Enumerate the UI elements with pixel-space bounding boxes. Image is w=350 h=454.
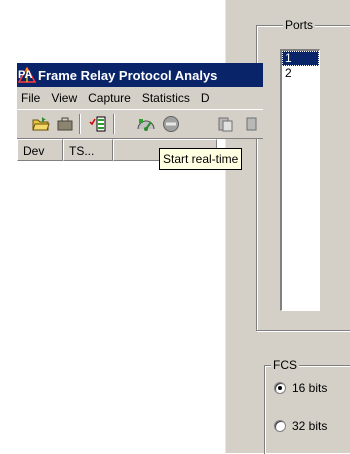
briefcase-button[interactable] bbox=[54, 113, 76, 135]
checklist-button[interactable] bbox=[87, 113, 109, 135]
menu-file[interactable]: File bbox=[17, 91, 47, 105]
copy-icon bbox=[246, 117, 257, 131]
paste-icon bbox=[218, 117, 233, 132]
start-realtime-button[interactable] bbox=[135, 113, 157, 135]
toolbar-separator bbox=[113, 114, 115, 134]
menu-capture[interactable]: Capture bbox=[84, 91, 138, 105]
toolbar bbox=[17, 109, 263, 139]
fcs-group-title: FCS bbox=[271, 358, 299, 372]
open-folder-icon bbox=[32, 117, 50, 131]
fcs-32bits-radio[interactable]: 32 bits bbox=[274, 419, 327, 433]
app-logo-icon: PA bbox=[18, 66, 36, 84]
menu-d[interactable]: D bbox=[197, 91, 217, 105]
title-bar[interactable]: PA Frame Relay Protocol Analys bbox=[17, 63, 263, 87]
ports-list-item-1[interactable]: 1 bbox=[282, 51, 319, 66]
window-title: Frame Relay Protocol Analys bbox=[38, 67, 218, 83]
start-realtime-icon bbox=[137, 119, 155, 131]
fcs-16bits-label: 16 bits bbox=[292, 381, 328, 395]
ports-group-title: Ports bbox=[283, 18, 316, 32]
checklist-icon bbox=[89, 116, 106, 132]
column-header-dev[interactable]: Dev bbox=[17, 139, 63, 161]
ports-listbox[interactable]: 1 2 bbox=[280, 49, 320, 311]
menu-view[interactable]: View bbox=[47, 91, 84, 105]
column-header-ts[interactable]: TS... bbox=[63, 139, 113, 161]
radio-unchecked-icon[interactable] bbox=[274, 420, 286, 432]
paste-button[interactable] bbox=[214, 113, 236, 135]
copy-button[interactable] bbox=[242, 113, 263, 135]
briefcase-icon bbox=[57, 117, 73, 131]
menu-bar: File View Capture Statistics D bbox=[17, 87, 263, 109]
start-realtime-tooltip: Start real-time bbox=[159, 148, 243, 170]
menu-statistics[interactable]: Statistics bbox=[138, 91, 197, 105]
open-button[interactable] bbox=[30, 113, 52, 135]
fcs-groupbox: FCS bbox=[264, 358, 350, 454]
fcs-16bits-radio[interactable]: 16 bits bbox=[274, 381, 327, 395]
stop-icon bbox=[163, 116, 179, 132]
ports-list-item-2[interactable]: 2 bbox=[282, 66, 319, 81]
app-logo-text: PA bbox=[18, 69, 33, 81]
stop-button[interactable] bbox=[160, 113, 182, 135]
fcs-32bits-label: 32 bits bbox=[292, 419, 328, 433]
toolbar-separator bbox=[79, 114, 81, 134]
radio-checked-icon[interactable] bbox=[274, 382, 286, 394]
